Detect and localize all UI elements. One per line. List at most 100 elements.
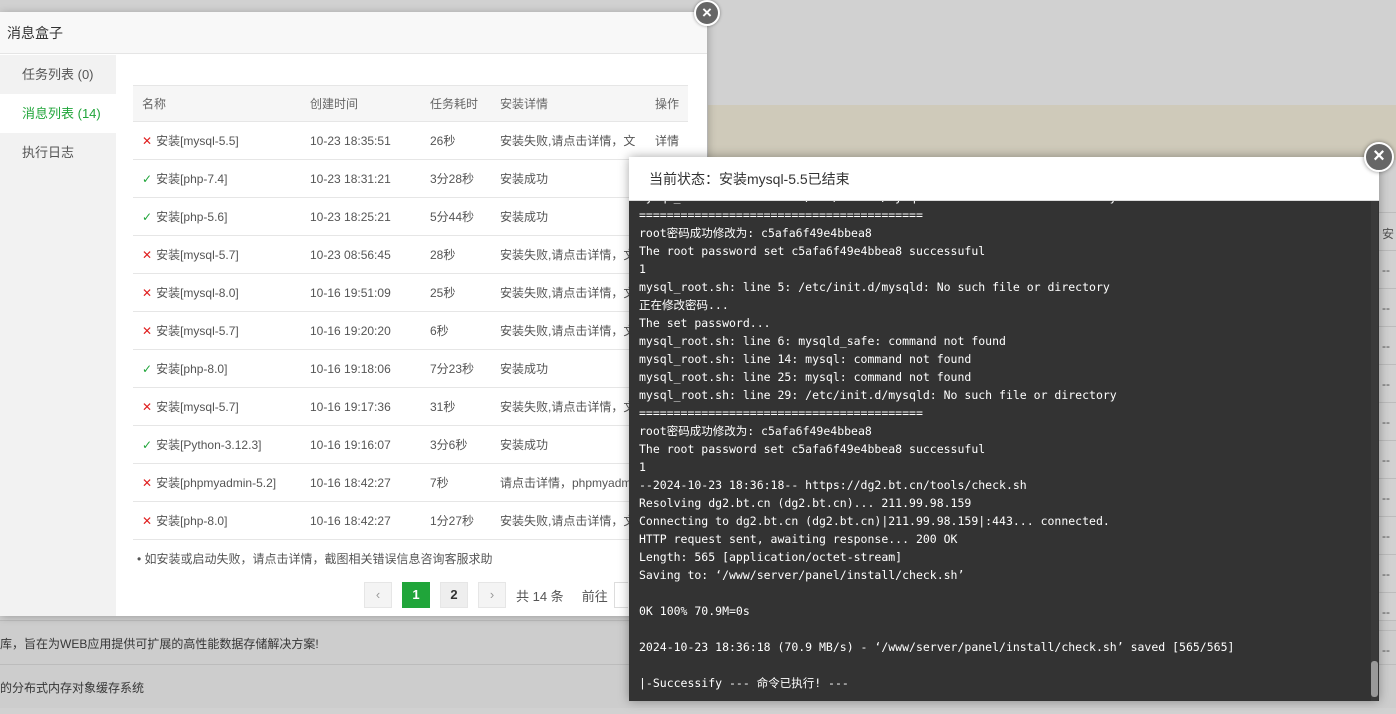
task-detail[interactable]: 安装失败,请点击详情，文 — [491, 235, 646, 274]
task-name-cell: ✕ 安装[mysql-5.5] — [133, 121, 301, 160]
table-row: ✕ 安装[mysql-5.5] 10-23 18:35:51 26秒 安装失败,请点击详… — [133, 121, 688, 160]
log-line: The root password set c5afa6f49e4bbea8 s… — [639, 244, 986, 258]
success-check-icon: ✓ — [142, 438, 153, 452]
task-name: 安装[phpmyadmin-5.2] — [156, 476, 277, 490]
task-detail[interactable]: 安装失败,请点击详情，文 — [491, 311, 646, 350]
log-line: Resolving dg2.bt.cn (dg2.bt.cn)... 211.9… — [639, 496, 972, 510]
log-line: mysql_root.sh: line 6: mysqld_safe: comm… — [639, 334, 1006, 348]
log-line: mysql_root.sh: line 5: /etc/init.d/mysql… — [639, 280, 1110, 294]
task-duration: 5分44秒 — [421, 197, 491, 236]
log-line: root密码成功修改为: c5afa6f49e4bbea8 — [639, 424, 872, 438]
task-detail[interactable]: 安装失败,请点击详情，文 — [491, 273, 646, 312]
log-output[interactable]: mysql_root.sh: line 29: /etc/init.d/mysq… — [629, 201, 1379, 701]
task-detail[interactable]: 安装失败,请点击详情，文 — [491, 121, 646, 160]
table-row: ✕ 安装[mysql-5.7] 10-16 19:17:36 31秒 安装失败,请点击详… — [133, 387, 688, 426]
task-created-time: 10-16 19:18:06 — [301, 349, 421, 388]
task-created-time: 10-16 19:16:07 — [301, 425, 421, 464]
task-detail: 安装成功 — [491, 159, 646, 198]
log-dialog-close-icon[interactable]: × — [1364, 142, 1394, 172]
task-name-cell: ✕ 安装[mysql-5.7] — [133, 311, 301, 350]
message-box-title: 消息盒子 — [0, 12, 707, 54]
task-name-cell: ✓ 安装[php-7.4] — [133, 159, 301, 198]
column-header-name: 名称 — [133, 85, 301, 122]
detail-link[interactable]: 详情 — [646, 121, 688, 160]
log-line: Connecting to dg2.bt.cn (dg2.bt.cn)|211.… — [639, 514, 1110, 528]
log-line: root密码成功修改为: c5afa6f49e4bbea8 — [639, 226, 872, 240]
next-page-button[interactable]: › — [478, 582, 506, 608]
log-line: 2024-10-23 18:36:18 (70.9 MB/s) - ‘/www/… — [639, 640, 1235, 654]
log-line: 1 — [639, 262, 646, 276]
fail-cross-icon: ✕ — [142, 286, 153, 300]
task-detail: 安装成功 — [491, 349, 646, 388]
goto-page-input[interactable] — [613, 582, 628, 608]
install-log-dialog: 当前状态：安装mysql-5.5已结束 mysql_root.sh: line … — [629, 157, 1379, 701]
task-name: 安装[mysql-5.7] — [156, 324, 239, 338]
task-name: 安装[mysql-5.7] — [156, 248, 239, 262]
task-detail: 安装成功 — [491, 197, 646, 236]
fail-cross-icon: ✕ — [142, 324, 153, 338]
log-line: mysql_root.sh: line 25: mysql: command n… — [639, 370, 972, 384]
task-name: 安装[php-5.6] — [156, 210, 228, 224]
page-2-button[interactable]: 2 — [440, 582, 468, 608]
task-name: 安装[mysql-5.5] — [156, 134, 239, 148]
task-created-time: 10-16 18:42:27 — [301, 501, 421, 540]
message-box-close-icon[interactable]: × — [694, 0, 720, 26]
log-line: ========================================… — [639, 208, 923, 222]
task-duration: 3分6秒 — [421, 425, 491, 464]
task-created-time: 10-16 19:51:09 — [301, 273, 421, 312]
task-detail[interactable]: 安装失败,请点击详情，文 — [491, 387, 646, 426]
task-created-time: 10-23 18:25:21 — [301, 197, 421, 236]
install-status-title: 当前状态：安装mysql-5.5已结束 — [629, 157, 1379, 201]
table-row: ✓ 安装[php-7.4] 10-23 18:31:21 3分28秒 安装成功 — [133, 159, 688, 198]
log-scrollbar-thumb[interactable] — [1371, 661, 1378, 697]
task-duration: 6秒 — [421, 311, 491, 350]
log-line: HTTP request sent, awaiting response... … — [639, 532, 958, 546]
tab-message-list[interactable]: 消息列表 (14) — [0, 94, 116, 133]
log-line: The root password set c5afa6f49e4bbea8 s… — [639, 442, 986, 456]
tab-execution-log[interactable]: 执行日志 — [0, 133, 116, 172]
column-header-action: 操作 — [646, 85, 688, 122]
table-row: ✓ 安装[Python-3.12.3] 10-16 19:16:07 3分6秒 安装成功 — [133, 425, 688, 464]
table-row: ✕ 安装[phpmyadmin-5.2] 10-16 18:42:27 7秒 请点击详情… — [133, 463, 688, 502]
task-name: 安装[Python-3.12.3] — [156, 438, 262, 452]
fail-cross-icon: ✕ — [142, 514, 153, 528]
task-created-time: 10-16 19:17:36 — [301, 387, 421, 426]
fail-cross-icon: ✕ — [142, 134, 153, 148]
success-check-icon: ✓ — [142, 210, 153, 224]
help-note-text: 如安装或启动失败，请点击详情，截图相关错误信息咨询客服求助 — [144, 552, 493, 566]
success-check-icon: ✓ — [142, 362, 153, 376]
log-line: 1 — [639, 460, 646, 474]
log-line: ========================================… — [639, 406, 923, 420]
help-note: • 如安装或启动失败，请点击详情，截图相关错误信息咨询客服求助 — [137, 552, 493, 566]
log-line: 0K 100% 70.9M=0s — [639, 604, 750, 618]
table-row: ✕ 安装[mysql-8.0] 10-16 19:51:09 25秒 安装失败,请点击详… — [133, 273, 688, 312]
task-name-cell: ✓ 安装[Python-3.12.3] — [133, 425, 301, 464]
task-name: 安装[php-8.0] — [156, 362, 228, 376]
task-detail[interactable]: 请点击详情，phpmyadm — [491, 463, 646, 502]
goto-label: 前往 — [581, 588, 608, 604]
task-name: 安装[php-8.0] — [156, 514, 228, 528]
tab-task-list[interactable]: 任务列表 (0) — [0, 55, 116, 94]
total-count: 共 14 条 — [516, 588, 564, 604]
task-name: 安装[mysql-8.0] — [156, 286, 239, 300]
task-detail[interactable]: 安装失败,请点击详情，文 — [491, 501, 646, 540]
task-name-cell: ✕ 安装[mysql-8.0] — [133, 273, 301, 312]
table-row: ✕ 安装[php-8.0] 10-16 18:42:27 1分27秒 安装失败,请点击详… — [133, 501, 688, 540]
column-header-duration: 任务耗时 — [421, 85, 491, 122]
task-name-cell: ✓ 安装[php-8.0] — [133, 349, 301, 388]
task-name-cell: ✕ 安装[phpmyadmin-5.2] — [133, 463, 301, 502]
task-duration: 25秒 — [421, 273, 491, 312]
prev-page-button[interactable]: ‹ — [364, 582, 392, 608]
page-1-button[interactable]: 1 — [402, 582, 430, 608]
log-scrollbar[interactable] — [1371, 201, 1378, 701]
task-name: 安装[php-7.4] — [156, 172, 228, 186]
task-name-cell: ✕ 安装[mysql-5.7] — [133, 235, 301, 274]
task-duration: 3分28秒 — [421, 159, 491, 198]
task-name-cell: ✕ 安装[php-8.0] — [133, 501, 301, 540]
table-row: ✕ 安装[mysql-5.7] 10-23 08:56:45 28秒 安装失败,请点击详… — [133, 235, 688, 274]
table-header-row: 名称 创建时间 任务耗时 安装详情 操作 — [133, 85, 688, 122]
table-row: ✕ 安装[mysql-5.7] 10-16 19:20:20 6秒 安装失败,请点击详情… — [133, 311, 688, 350]
task-name-cell: ✓ 安装[php-5.6] — [133, 197, 301, 236]
